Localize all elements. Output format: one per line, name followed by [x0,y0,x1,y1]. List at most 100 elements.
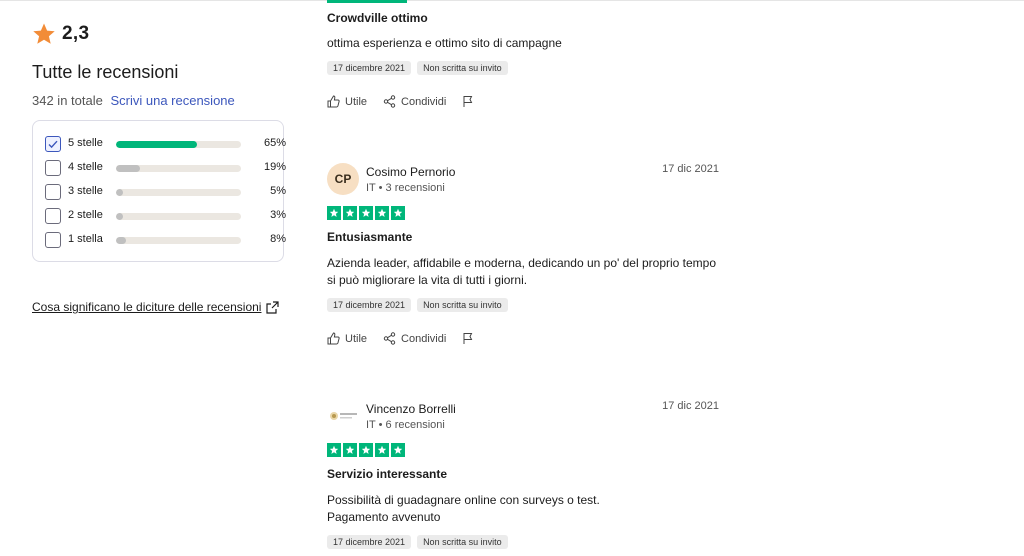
bar-track [116,213,241,220]
filter-row-3[interactable]: 3 stelle 5% [45,183,286,201]
star-icon [391,206,405,220]
checkbox-4-stars[interactable] [45,160,61,176]
review-title: Entusiasmante [327,230,413,244]
bar-percent: 5% [270,185,286,197]
author-name[interactable]: Vincenzo Borrelli [366,402,456,416]
share-icon [383,332,396,345]
invite-badge: Non scritta su invito [417,61,508,75]
thumbs-up-icon [327,95,340,108]
invite-badge: Non scritta su invito [417,535,508,549]
invite-badge: Non scritta su invito [417,298,508,312]
star-icon [343,206,357,220]
top-divider [0,0,1024,1]
bar-percent: 8% [270,233,286,245]
filter-row-2[interactable]: 2 stelle 3% [45,207,286,225]
total-line: 342 in totale Scrivi una recensione [32,93,235,108]
bar-fill [116,237,126,244]
star-icon [375,206,389,220]
star-icon [343,443,357,457]
bar-percent: 3% [270,209,286,221]
filter-label: 3 stelle [68,185,103,197]
author-meta: IT • 3 recensioni [366,181,445,194]
star-icon [359,206,373,220]
external-link-icon [266,300,280,314]
date-badge: 17 dicembre 2021 [327,298,412,312]
review-actions: Utile Condividi [327,95,727,108]
review-body: Azienda leader, affidabile e moderna, de… [327,256,717,287]
author-name[interactable]: Cosimo Pernorio [366,165,455,179]
filter-row-4[interactable]: 4 stelle 19% [45,159,286,177]
review-date: 17 dic 2021 [662,400,719,412]
review-body-line: Pagamento avvenuto [327,510,441,524]
bar-fill [116,189,123,196]
star-filter-box: 5 stelle 65% 4 stelle 19% 3 stelle 5% 2 … [32,120,286,262]
star-icon [359,443,373,457]
filter-label: 4 stelle [68,161,103,173]
bar-track [116,141,241,148]
check-icon [48,140,58,149]
review-card: Vincenzo Borrelli IT • 6 recensioni 17 d… [327,400,727,549]
review-badges: 17 dicembre 2021 Non scritta su invito [327,61,727,75]
review-labels-info-link[interactable]: Cosa significano le diciture delle recen… [32,300,280,314]
thumbs-up-icon [327,332,340,345]
flag-icon [463,96,473,107]
filter-row-1[interactable]: 1 stella 8% [45,231,286,249]
star-icon [327,443,341,457]
date-badge: 17 dicembre 2021 [327,61,412,75]
review-badges: 17 dicembre 2021 Non scritta su invito [327,298,727,312]
useful-button[interactable]: Utile [327,332,367,345]
filter-label: 1 stella [68,233,103,245]
bar-track [116,237,241,244]
share-label: Condividi [401,332,447,345]
bar-percent: 19% [263,161,286,173]
share-button[interactable]: Condividi [383,332,446,345]
review-labels-info-text: Cosa significano le diciture delle recen… [32,300,262,314]
star-rating [327,443,727,457]
checkbox-2-stars[interactable] [45,208,61,224]
bar-percent: 65% [263,137,286,149]
date-badge: 17 dicembre 2021 [327,535,412,549]
total-count: 342 in totale [32,93,103,108]
share-button[interactable]: Condividi [383,95,446,108]
review-body-line: Possibilità di guadagnare online con sur… [327,493,600,507]
flag-icon [463,333,473,344]
review-card: CP Cosimo Pernorio IT • 3 recensioni 17 … [327,163,727,345]
useful-label: Utile [345,332,368,345]
checkbox-5-stars[interactable] [45,136,61,152]
write-review-link[interactable]: Scrivi una recensione [110,93,234,108]
star-icon [375,443,389,457]
share-label: Condividi [401,95,447,108]
review-body: ottima esperienza e ottimo sito di campa… [327,36,562,50]
star-icon [391,443,405,457]
report-button[interactable] [462,95,474,108]
checkbox-3-stars[interactable] [45,184,61,200]
review-badges: 17 dicembre 2021 Non scritta su invito [327,535,727,549]
avatar: CP [327,163,359,195]
bar-fill [116,213,123,220]
review-body: Possibilità di guadagnare online con sur… [327,492,727,526]
company-logo-icon [330,412,357,420]
filter-row-5[interactable]: 5 stelle 65% [45,135,286,153]
report-button[interactable] [462,332,474,345]
bar-track [116,165,241,172]
avatar-logo [327,400,359,432]
share-icon [383,95,396,108]
star-rating [327,206,727,220]
review-date: 17 dic 2021 [662,163,719,175]
review-card: Crowdville ottimo ottima esperienza e ot… [327,11,727,108]
checkbox-1-star[interactable] [45,232,61,248]
filter-label: 5 stelle [68,137,103,149]
useful-label: Utile [345,95,368,108]
filter-label: 2 stelle [68,209,103,221]
bar-track [116,189,241,196]
author-meta: IT • 6 recensioni [366,418,445,431]
star-icon [33,23,55,44]
star-icon [327,206,341,220]
previous-review-stars-edge [327,0,407,3]
review-title: Servizio interessante [327,467,448,481]
rating-summary: 2,3 [32,22,89,46]
useful-button[interactable]: Utile [327,95,367,108]
review-actions: Utile Condividi [327,332,727,345]
bar-fill [116,165,140,172]
review-title: Crowdville ottimo [327,11,428,25]
